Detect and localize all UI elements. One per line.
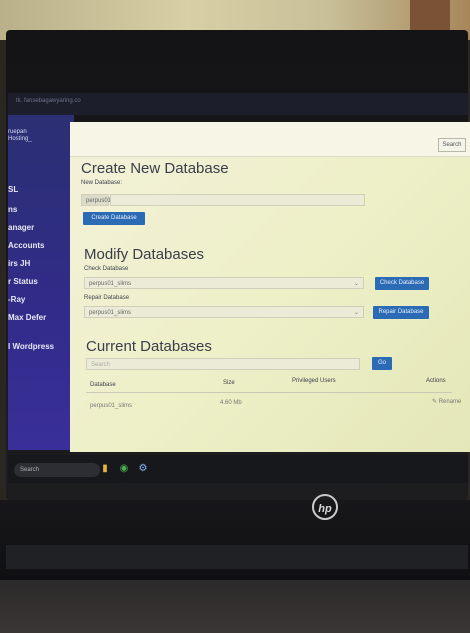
sidebar-item-xray[interactable]: -Ray — [8, 295, 25, 304]
repair-database-select[interactable]: perpus01_slims ⌄ — [84, 306, 364, 318]
check-database-button[interactable]: Check Database — [375, 277, 429, 290]
main-content: Search Create New Database New Database:… — [70, 122, 470, 452]
chevron-down-icon: ⌄ — [353, 310, 359, 316]
taskbar-search[interactable]: Search — [14, 463, 100, 477]
sidebar-logo-line2: Hosting_ — [8, 136, 32, 142]
sidebar-item-status[interactable]: r Status — [8, 277, 38, 286]
new-database-label: New Database: — [81, 180, 123, 186]
sidebar-logo-line1: ruepan — [8, 129, 27, 135]
top-search-button[interactable]: Search — [438, 138, 466, 152]
table-header-divider — [86, 392, 452, 393]
check-database-label: Check Database — [84, 266, 129, 272]
database-name-cell: perpus01_slims — [90, 403, 133, 409]
column-header-database[interactable]: Database — [90, 382, 116, 388]
hp-logo: hp — [312, 494, 338, 520]
repair-database-value: perpus01_slims — [89, 310, 132, 316]
sidebar: ruepan Hosting_ SL ns anager Accounts ir… — [8, 115, 74, 450]
sidebar-item-wordpress[interactable]: l Wordpress — [8, 342, 54, 351]
gear-icon[interactable]: ⚙ — [137, 463, 149, 475]
column-header-privileged-users: Privileged Users — [292, 378, 336, 384]
modify-databases-title: Modify Databases — [84, 246, 205, 263]
sidebar-item-ssl[interactable]: SL — [8, 185, 18, 194]
os-taskbar: Search ▮ ◉ ⚙ — [8, 455, 468, 483]
check-database-value: perpus01_slims — [89, 281, 132, 287]
sidebar-item-users[interactable]: irs JH — [8, 259, 30, 268]
repair-database-button[interactable]: Repair Database — [373, 306, 429, 319]
pencil-icon: ✎ — [432, 399, 438, 405]
sidebar-item-dns[interactable]: ns — [8, 205, 17, 214]
database-search-input[interactable]: Search — [86, 358, 360, 370]
create-database-button[interactable]: Create Database — [83, 212, 145, 225]
repair-database-label: Repair Database — [84, 295, 130, 301]
rename-action-link[interactable]: ✎ Rename — [432, 398, 461, 405]
column-header-actions: Actions — [426, 378, 446, 384]
keyboard-edge — [0, 580, 470, 633]
check-database-select[interactable]: perpus01_slims ⌄ — [84, 277, 364, 289]
current-databases-title: Current Databases — [86, 338, 212, 355]
create-database-title: Create New Database — [81, 160, 229, 177]
folder-icon[interactable]: ▮ — [99, 463, 111, 475]
database-size-cell: 4.60 Mb — [220, 400, 242, 406]
top-bar: Search — [70, 122, 470, 157]
rename-label: Rename — [438, 399, 462, 405]
chrome-icon[interactable]: ◉ — [118, 463, 130, 475]
database-search-go-button[interactable]: Go — [372, 357, 392, 370]
sidebar-item-manager[interactable]: anager — [8, 223, 34, 232]
database-prefix: perpus01 — [81, 194, 111, 206]
column-header-size[interactable]: Size — [223, 380, 235, 386]
sidebar-item-max-defer[interactable]: Max Defer — [8, 313, 46, 322]
laptop-hinge — [6, 545, 468, 569]
chevron-down-icon: ⌄ — [353, 281, 359, 287]
browser-url[interactable]: tk. fansebagawyaring.co — [16, 98, 81, 104]
new-database-input[interactable] — [110, 194, 365, 206]
browser-address-bar[interactable] — [8, 93, 468, 115]
sidebar-item-accounts[interactable]: Accounts — [8, 241, 44, 250]
sidebar-logo[interactable]: ruepan Hosting_ — [8, 129, 32, 143]
